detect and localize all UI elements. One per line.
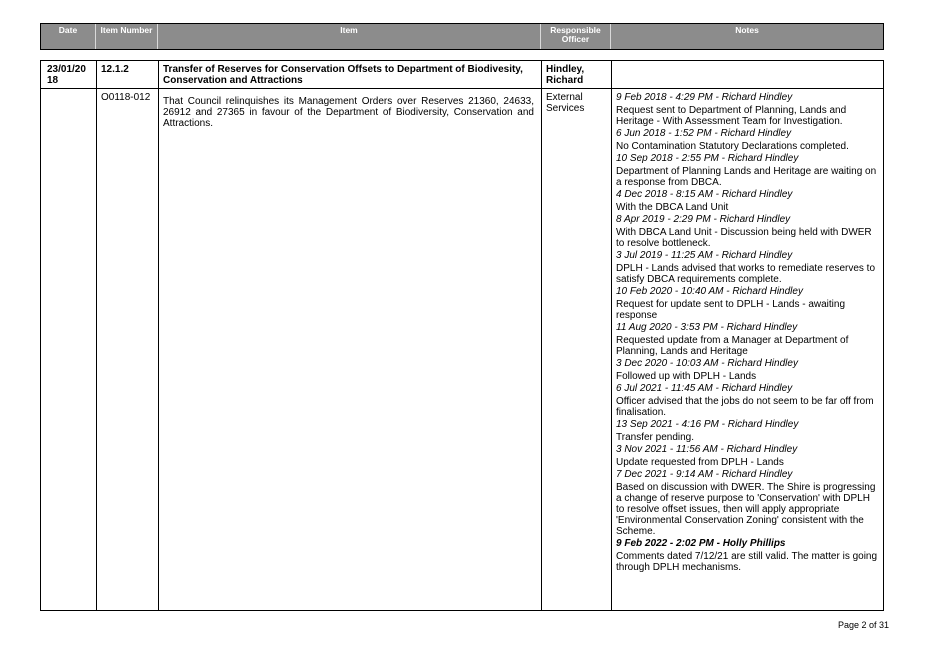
- note-text: No Contamination Statutory Declarations …: [616, 141, 849, 152]
- note-timestamp: 6 Jul 2021 - 11:45 AM - Richard Hindley: [616, 383, 793, 394]
- column-divider: [541, 61, 542, 610]
- header-item: Item: [158, 24, 541, 49]
- note-timestamp: 4 Dec 2018 - 8:15 AM - Richard Hindley: [616, 189, 793, 200]
- header-date: Date: [41, 24, 96, 49]
- note-timestamp: 10 Sep 2018 - 2:55 PM - Richard Hindley: [616, 153, 799, 164]
- header-notes: Notes: [735, 25, 759, 35]
- note-text: Followed up with DPLH - Lands: [616, 371, 757, 382]
- note-text: DPLH - Lands advised that works to remed…: [616, 263, 876, 285]
- column-divider: [96, 61, 97, 610]
- row-date: 23/01/20 18: [47, 64, 86, 86]
- sub-officer: External Services: [546, 92, 585, 114]
- row-divider: [41, 88, 883, 89]
- note-timestamp: 10 Feb 2020 - 10:40 AM - Richard Hindley: [616, 286, 803, 297]
- note-text: Based on discussion with DWER. The Shire…: [616, 482, 876, 537]
- note-text: With DBCA Land Unit - Discussion being h…: [616, 227, 872, 249]
- note-text: Update requested from DPLH - Lands: [616, 457, 784, 468]
- note-text: Comments dated 7/12/21 are still valid. …: [616, 551, 878, 573]
- note-timestamp: 11 Aug 2020 - 3:53 PM - Richard Hindley: [616, 322, 798, 333]
- sub-item-number: O0118-012: [101, 92, 151, 103]
- row-officer: Hindley, Richard: [546, 64, 585, 86]
- note-timestamp: 8 Apr 2019 - 2:29 PM - Richard Hindley: [616, 214, 791, 225]
- note-text: Officer advised that the jobs do not see…: [616, 396, 874, 418]
- header-responsible-officer: Responsible Officer: [541, 24, 611, 49]
- note-timestamp: 13 Sep 2021 - 4:16 PM - Richard Hindley: [616, 419, 799, 430]
- header-item-number: Item Number: [96, 24, 158, 49]
- note-text: Request sent to Department of Planning, …: [616, 105, 847, 127]
- row-title: Transfer of Reserves for Conservation Of…: [163, 64, 523, 86]
- table-header: Date Item Number Item Responsible Office…: [40, 23, 884, 50]
- page-number: Page 2 of 31: [838, 620, 890, 630]
- note-text: Department of Planning Lands and Heritag…: [616, 166, 877, 188]
- note-text: Transfer pending.: [616, 432, 695, 443]
- note-timestamp: 7 Dec 2021 - 9:14 AM - Richard Hindley: [616, 469, 793, 480]
- column-divider: [611, 61, 612, 610]
- note-text: Request for update sent to DPLH - Lands …: [616, 299, 846, 321]
- note-timestamp: 9 Feb 2018 - 4:29 PM - Richard Hindley: [616, 92, 793, 103]
- note-text: Requested update from a Manager at Depar…: [616, 335, 849, 357]
- note-timestamp: 6 Jun 2018 - 1:52 PM - Richard Hindley: [616, 128, 792, 139]
- row-item-number: 12.1.2: [101, 64, 129, 75]
- record-table: 23/01/20 18 12.1.2 Transfer of Reserves …: [40, 60, 884, 611]
- notes-list: 9 Feb 2018 - 4:29 PM - Richard Hindley R…: [616, 92, 878, 574]
- note-timestamp: 3 Nov 2021 - 11:56 AM - Richard Hindley: [616, 444, 798, 455]
- note-text: With the DBCA Land Unit: [616, 202, 729, 213]
- note-timestamp: 3 Dec 2020 - 10:03 AM - Richard Hindley: [616, 358, 798, 369]
- column-divider: [158, 61, 159, 610]
- note-timestamp: 3 Jul 2019 - 11:25 AM - Richard Hindley: [616, 250, 793, 261]
- note-timestamp: 9 Feb 2022 - 2:02 PM - Holly Phillips: [616, 538, 786, 549]
- resolution-text: That Council relinquishes its Management…: [163, 96, 534, 129]
